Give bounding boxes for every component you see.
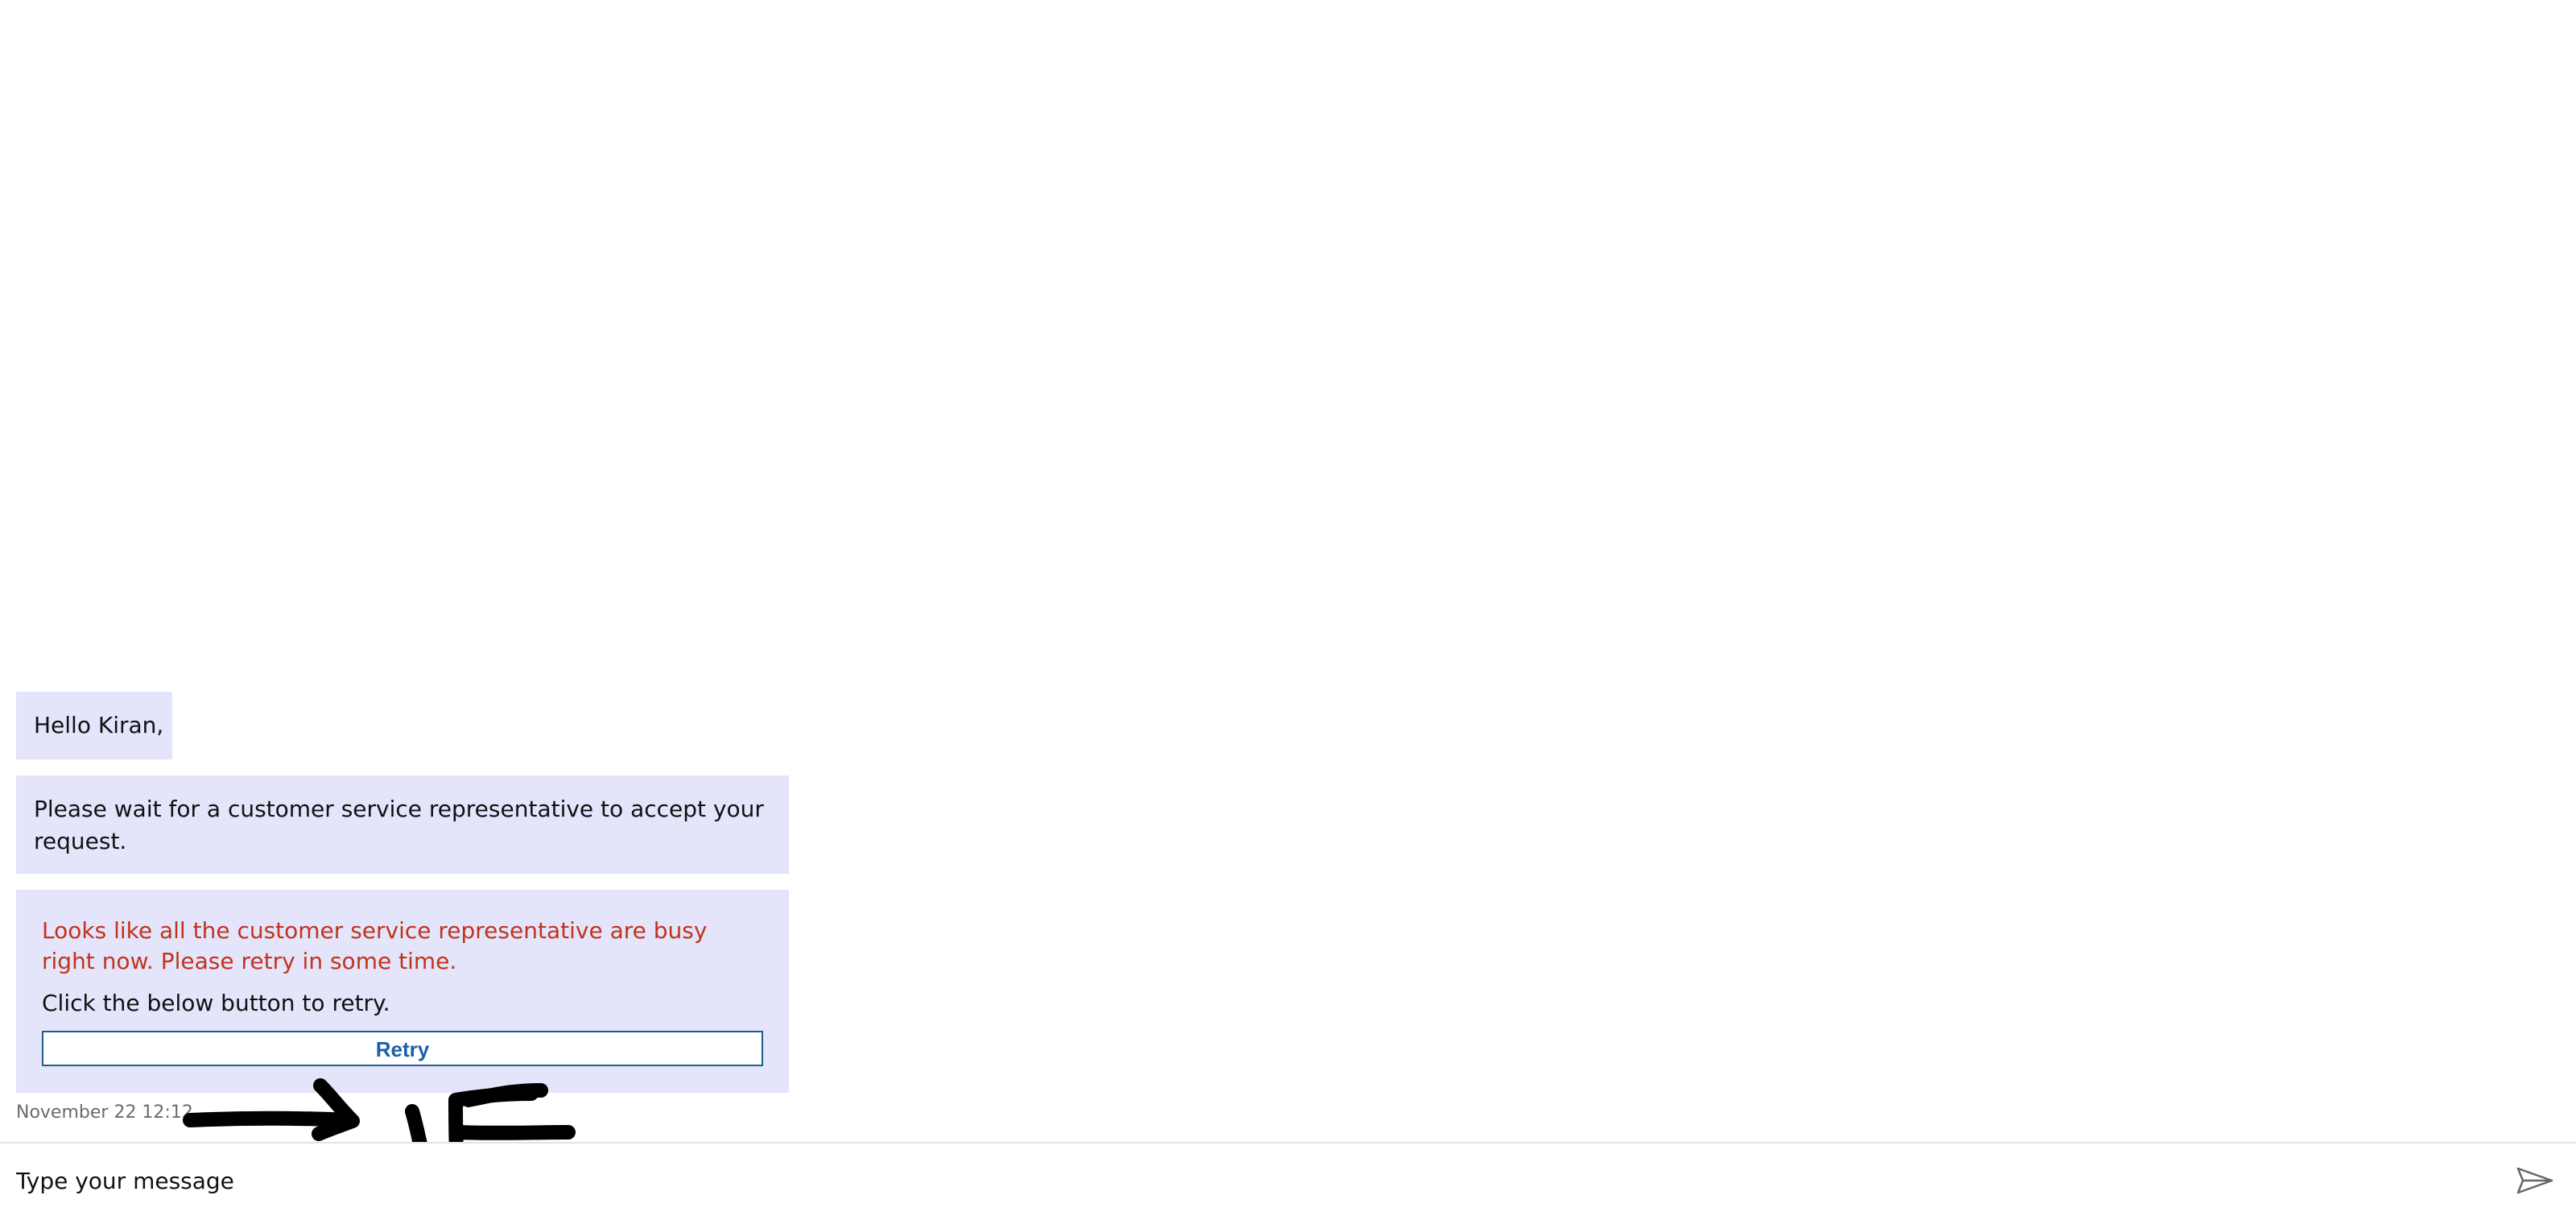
retry-prompt-text: Click the below button to retry. xyxy=(42,990,390,1016)
message-input[interactable] xyxy=(16,1158,2479,1203)
wait-message-text: Please wait for a customer service repre… xyxy=(34,796,764,854)
message-timestamp: November 22 12:12 xyxy=(16,1102,193,1123)
chat-window: Hello Kiran, Please wait for a customer … xyxy=(0,0,2576,1216)
message-bubble-wait: Please wait for a customer service repre… xyxy=(16,776,789,874)
message-bubble-greeting: Hello Kiran, xyxy=(16,692,172,759)
send-icon xyxy=(2516,1167,2553,1194)
annotation-arrow-head xyxy=(312,1078,360,1141)
message-composer xyxy=(0,1144,2576,1216)
busy-message-text: Looks like all the customer service repr… xyxy=(42,917,708,974)
send-button[interactable] xyxy=(2512,1158,2557,1203)
greeting-text: Hello Kiran, xyxy=(34,712,164,738)
message-bubble-busy: Looks like all the customer service repr… xyxy=(16,890,789,1093)
annotation-arrow-shaft xyxy=(183,1111,358,1127)
retry-button[interactable]: Retry xyxy=(42,1031,763,1066)
